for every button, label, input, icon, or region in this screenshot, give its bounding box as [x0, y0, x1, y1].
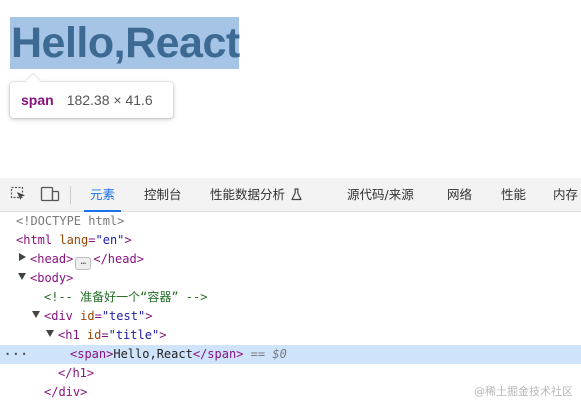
- attr-name: id: [80, 309, 95, 323]
- dom-node-h1[interactable]: <h1 id="title">: [0, 326, 581, 345]
- selected-ref: $0: [272, 347, 287, 361]
- tab-label: 内存: [553, 187, 579, 202]
- tab-performance[interactable]: 性能: [501, 178, 526, 211]
- attr-value: "test": [101, 309, 146, 323]
- collapse-triangle-icon[interactable]: [45, 326, 55, 345]
- tab-memory[interactable]: 内存: [553, 178, 578, 211]
- tag-bracket: >: [124, 233, 132, 247]
- tab-elements[interactable]: 元素: [83, 178, 122, 212]
- tab-label: 控制台: [144, 187, 182, 202]
- tooltip-dimensions: 182.38 × 41.6: [66, 92, 153, 108]
- div-tag: <div id="test">: [44, 309, 153, 323]
- tag-close: </head>: [93, 252, 144, 266]
- tab-sources[interactable]: 源代码/来源: [347, 178, 414, 211]
- head-tag: <head>… </head>: [30, 250, 144, 270]
- inspect-tooltip: span 182.38 × 41.6: [10, 73, 173, 118]
- attr-value: "en": [95, 233, 125, 247]
- h1-tag: <h1 id="title">: [58, 328, 167, 342]
- tab-label: 元素: [90, 187, 116, 202]
- flask-icon: [291, 180, 302, 213]
- tab-network[interactable]: 网络: [447, 178, 472, 211]
- attr-name: id: [86, 328, 102, 342]
- devtools-panel: 元素 控制台 性能数据分析 源代码/来源 网络 性能 内存 <!DOCTYPE …: [0, 178, 581, 405]
- h1-close-tag: </h1>: [58, 366, 95, 380]
- page-heading: Hello,React: [11, 16, 240, 70]
- heading-span: Hello,React: [11, 19, 240, 67]
- tag-open: <div: [44, 309, 73, 323]
- toolbar-separator: [70, 186, 71, 204]
- tab-label: 性能: [501, 187, 527, 202]
- devtools-toolbar: 元素 控制台 性能数据分析 源代码/来源 网络 性能 内存: [0, 178, 581, 212]
- tooltip-arrow: [25, 73, 41, 89]
- dom-node-html[interactable]: <html lang="en">: [0, 231, 581, 250]
- device-toolbar-icon[interactable]: [40, 186, 60, 202]
- span-tag: <span>Hello,React</span> == $0: [70, 345, 287, 364]
- div-close-tag: </div>: [44, 385, 88, 399]
- page-preview: Hello,React span 182.38 × 41.6: [0, 0, 581, 178]
- text-node: Hello,React: [113, 347, 193, 361]
- tag-close: </span>: [192, 347, 244, 361]
- comment-text: <!-- 准备好一个“容器” -->: [44, 290, 208, 304]
- tag-bracket: >: [145, 309, 153, 323]
- expand-triangle-icon[interactable]: [17, 250, 27, 269]
- dom-node-doctype[interactable]: <!DOCTYPE html>: [0, 212, 581, 231]
- collapse-triangle-icon[interactable]: [31, 307, 41, 326]
- tag-open: <span>: [70, 347, 114, 361]
- body-tag: <body>: [30, 271, 74, 285]
- dom-node-comment[interactable]: <!-- 准备好一个“容器” -->: [0, 288, 581, 307]
- dom-node-body[interactable]: <body>: [0, 269, 581, 288]
- tag-bracket: >: [159, 328, 167, 342]
- dom-tree: <!DOCTYPE html> <html lang="en"> <head>……: [0, 212, 581, 405]
- dom-node-span-selected[interactable]: ··· <span>Hello,React</span> == $0: [0, 345, 581, 364]
- tab-label: 源代码/来源: [347, 187, 414, 202]
- tag-open: <head>: [30, 252, 74, 266]
- tag-open: <h1: [58, 328, 80, 342]
- dom-node-h1-close[interactable]: </h1>: [0, 364, 581, 383]
- collapse-triangle-icon[interactable]: [17, 269, 27, 288]
- doctype-text: <!DOCTYPE html>: [16, 214, 125, 228]
- tag-open: <html: [16, 233, 53, 247]
- tab-performance-insights[interactable]: 性能数据分析: [210, 178, 302, 211]
- inspect-element-icon[interactable]: [10, 186, 28, 202]
- watermark: @稀土掘金技术社区: [474, 385, 573, 398]
- more-actions-icon[interactable]: ···: [4, 345, 29, 364]
- selected-indicator: ==: [250, 347, 273, 361]
- dom-node-head[interactable]: <head>… </head>: [0, 250, 581, 270]
- tab-label: 网络: [447, 187, 473, 202]
- html-tag: <html lang="en">: [16, 233, 132, 247]
- tab-label: 性能数据分析: [210, 187, 286, 202]
- tooltip-tag-name: span: [21, 92, 54, 108]
- tab-console[interactable]: 控制台: [144, 178, 182, 211]
- attr-value: "title": [108, 328, 160, 342]
- dom-node-div[interactable]: <div id="test">: [0, 307, 581, 326]
- attr-name: lang: [59, 233, 89, 247]
